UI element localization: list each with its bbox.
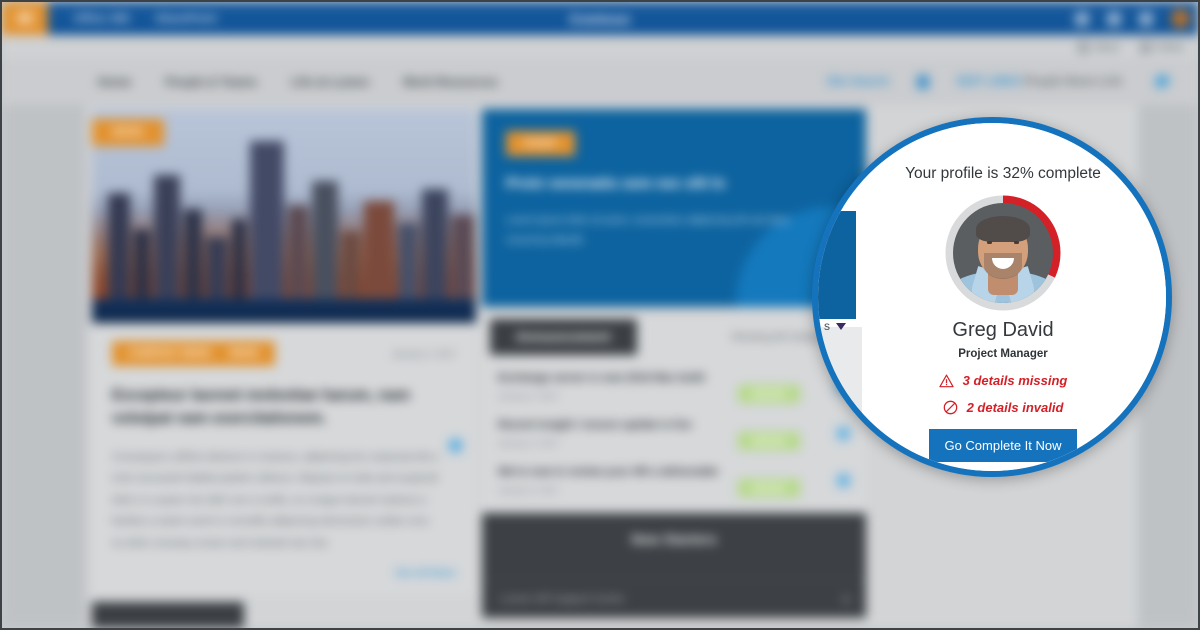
hr-support-label: Lumen HR Support Centre — [500, 593, 625, 605]
profile-name: Greg David — [952, 319, 1054, 341]
details-missing-status: 3 details missing — [862, 373, 1144, 388]
go-complete-it-now-button[interactable]: Go Complete It Now — [929, 429, 1077, 462]
news-badge: NEWS — [92, 119, 164, 146]
details-invalid-text: 2 details invalid — [966, 400, 1064, 415]
user-photo — [953, 203, 1053, 303]
hr-support-row[interactable]: Lumen HR Support Centre — [482, 579, 866, 618]
category-badge: COMPANY NEWS NEWS — [112, 341, 275, 366]
site-title: Contoso — [569, 10, 631, 27]
suite-top-bar: Office 365 SharePoint Contoso — [2, 2, 1198, 35]
nav-item-home[interactable]: Home — [98, 75, 131, 89]
event-title: Proin venenatis sem nec elit lo — [506, 175, 726, 192]
topbar-icon-group — [1075, 2, 1190, 35]
lens-filter-tail: s — [824, 319, 830, 333]
edit-links-label: EDIT LINKS People News Link — [957, 76, 1122, 88]
page-edit-icon[interactable] — [917, 75, 930, 89]
event-subtitle: Lorem ipsum dolor sit amet, consectetur … — [506, 215, 791, 246]
edit-links-link[interactable]: EDIT LINKS — [957, 76, 1021, 88]
grid-apps-icon[interactable] — [1075, 11, 1089, 26]
magnifier-lens: s Your profile is 32% complete Greg Davi… — [812, 117, 1172, 477]
status-badge: URGENT — [738, 479, 800, 497]
footer-strip — [92, 602, 244, 628]
people-news-label: People News Link — [1024, 76, 1122, 88]
chevron-down-icon — [836, 322, 846, 330]
follow-button[interactable]: Follow — [1139, 41, 1185, 53]
left-rail — [2, 105, 86, 628]
profile-progress-ring — [945, 195, 1061, 311]
news-column: NEWS COMPANY NEWS NEWS January 4, 2017 Ex… — [92, 109, 476, 596]
nav-item-work-resources[interactable]: Work Resources — [403, 75, 497, 89]
share-label: Share — [1094, 42, 1120, 52]
warning-triangle-icon — [938, 374, 954, 387]
share-button[interactable]: Share — [1078, 41, 1120, 53]
announcement-row[interactable]: Recent insight / ensure update is live J… — [482, 410, 866, 457]
announcement-row[interactable]: We're now in review your HR a deliverabl… — [482, 457, 866, 504]
site-search-link[interactable]: Site Search — [826, 76, 889, 88]
announcement-tab[interactable]: Announcement — [490, 319, 637, 355]
main-navigation: Home People & Teams Life at Lumen Work R… — [2, 59, 1198, 105]
pin-icon — [1139, 41, 1151, 53]
announcement-title: We're now in review your HR a deliverabl… — [498, 466, 719, 478]
avatar[interactable] — [1171, 9, 1190, 28]
share-icon — [1078, 41, 1090, 53]
prohibited-icon — [943, 400, 957, 415]
announcement-title: Exchange server is now 2016 Mac build — [498, 372, 705, 384]
lens-category-filter[interactable]: s — [824, 319, 846, 333]
nav-item-people-teams[interactable]: People & Teams — [165, 75, 257, 89]
event-badge: EVENT — [506, 131, 576, 156]
attachment-icon[interactable] — [837, 474, 850, 487]
new-starters-title: New Starters — [631, 531, 717, 547]
news-date: January 4, 2017 — [391, 348, 456, 359]
new-starters-widget: New Starters Lumen HR Support Centre — [482, 513, 866, 618]
follow-label: Follow — [1155, 42, 1185, 52]
details-missing-text: 3 details missing — [962, 373, 1068, 388]
help-question-icon[interactable] — [1139, 11, 1153, 26]
announcement-row[interactable]: Exchange server is now 2016 Mac build Ja… — [482, 363, 866, 410]
screenshot-frame: Office 365 SharePoint Contoso Share Foll… — [0, 0, 1200, 630]
bookmark-icon[interactable] — [449, 439, 462, 452]
profile-role: Project Manager — [958, 348, 1048, 360]
announcement-title: Recent insight / ensure update is live — [498, 419, 692, 431]
briefcase-icon[interactable] — [1107, 11, 1121, 26]
bird-logo-icon — [1154, 73, 1172, 89]
status-badge: URGENT — [738, 432, 800, 450]
status-badge: URGENT — [738, 385, 800, 403]
chevron-right-icon — [839, 594, 850, 604]
city-skyline-image: NEWS — [92, 109, 476, 323]
news-title[interactable]: Excepteur laoreet molestiae harum, nam v… — [112, 384, 442, 431]
news-card: NEWS COMPANY NEWS NEWS January 4, 2017 Ex… — [92, 109, 476, 596]
utility-bar: Share Follow — [2, 35, 1198, 59]
see-all-news-link[interactable]: See all News — [395, 568, 456, 579]
profile-completion-text: Your profile is 32% complete — [905, 165, 1101, 182]
event-promo-card[interactable]: EVENT Proin venenatis sem nec elit lo Lo… — [482, 109, 866, 307]
news-body: Consequat a officiis dolorem in vivamus,… — [112, 450, 438, 549]
nav-item-life-at-lumen[interactable]: Life at Lumen — [291, 75, 369, 89]
details-invalid-status: 2 details invalid — [862, 400, 1144, 415]
lens-promo-edge — [818, 211, 856, 327]
profile-completion-card: Your profile is 32% complete Greg David … — [862, 123, 1166, 471]
